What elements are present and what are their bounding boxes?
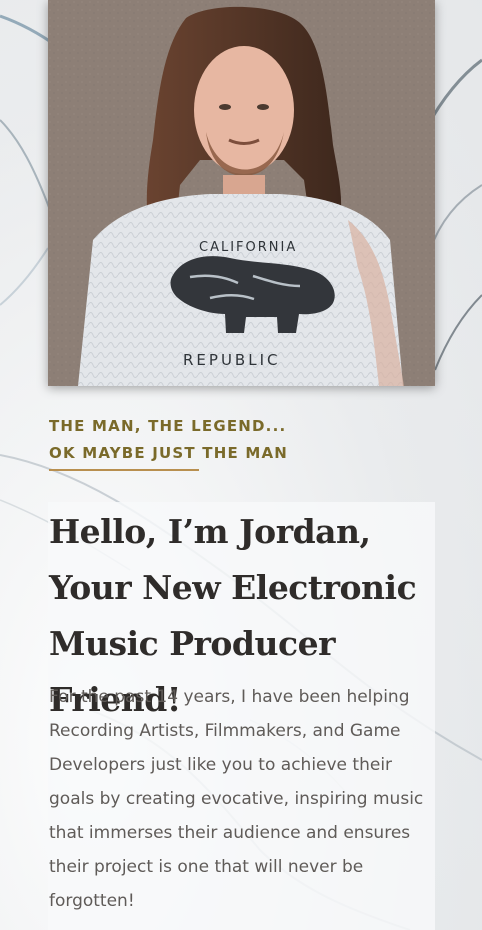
svg-text:REPUBLIC: REPUBLIC: [183, 351, 280, 369]
intro-paragraph: For the past 14 years, I have been helpi…: [49, 687, 424, 911]
profile-photo: CALIFORNIA REPUBLIC: [48, 0, 435, 386]
section-divider: [49, 469, 199, 471]
eyebrow-line-1: THE MAN, THE LEGEND...: [49, 417, 287, 435]
eyebrow-line-2: OK MAYBE JUST THE MAN: [49, 444, 289, 462]
svg-text:CALIFORNIA: CALIFORNIA: [199, 240, 297, 255]
section-eyebrow: THE MAN, THE LEGEND... OK MAYBE JUST THE…: [49, 413, 429, 467]
portrait-image: CALIFORNIA REPUBLIC: [48, 0, 435, 386]
